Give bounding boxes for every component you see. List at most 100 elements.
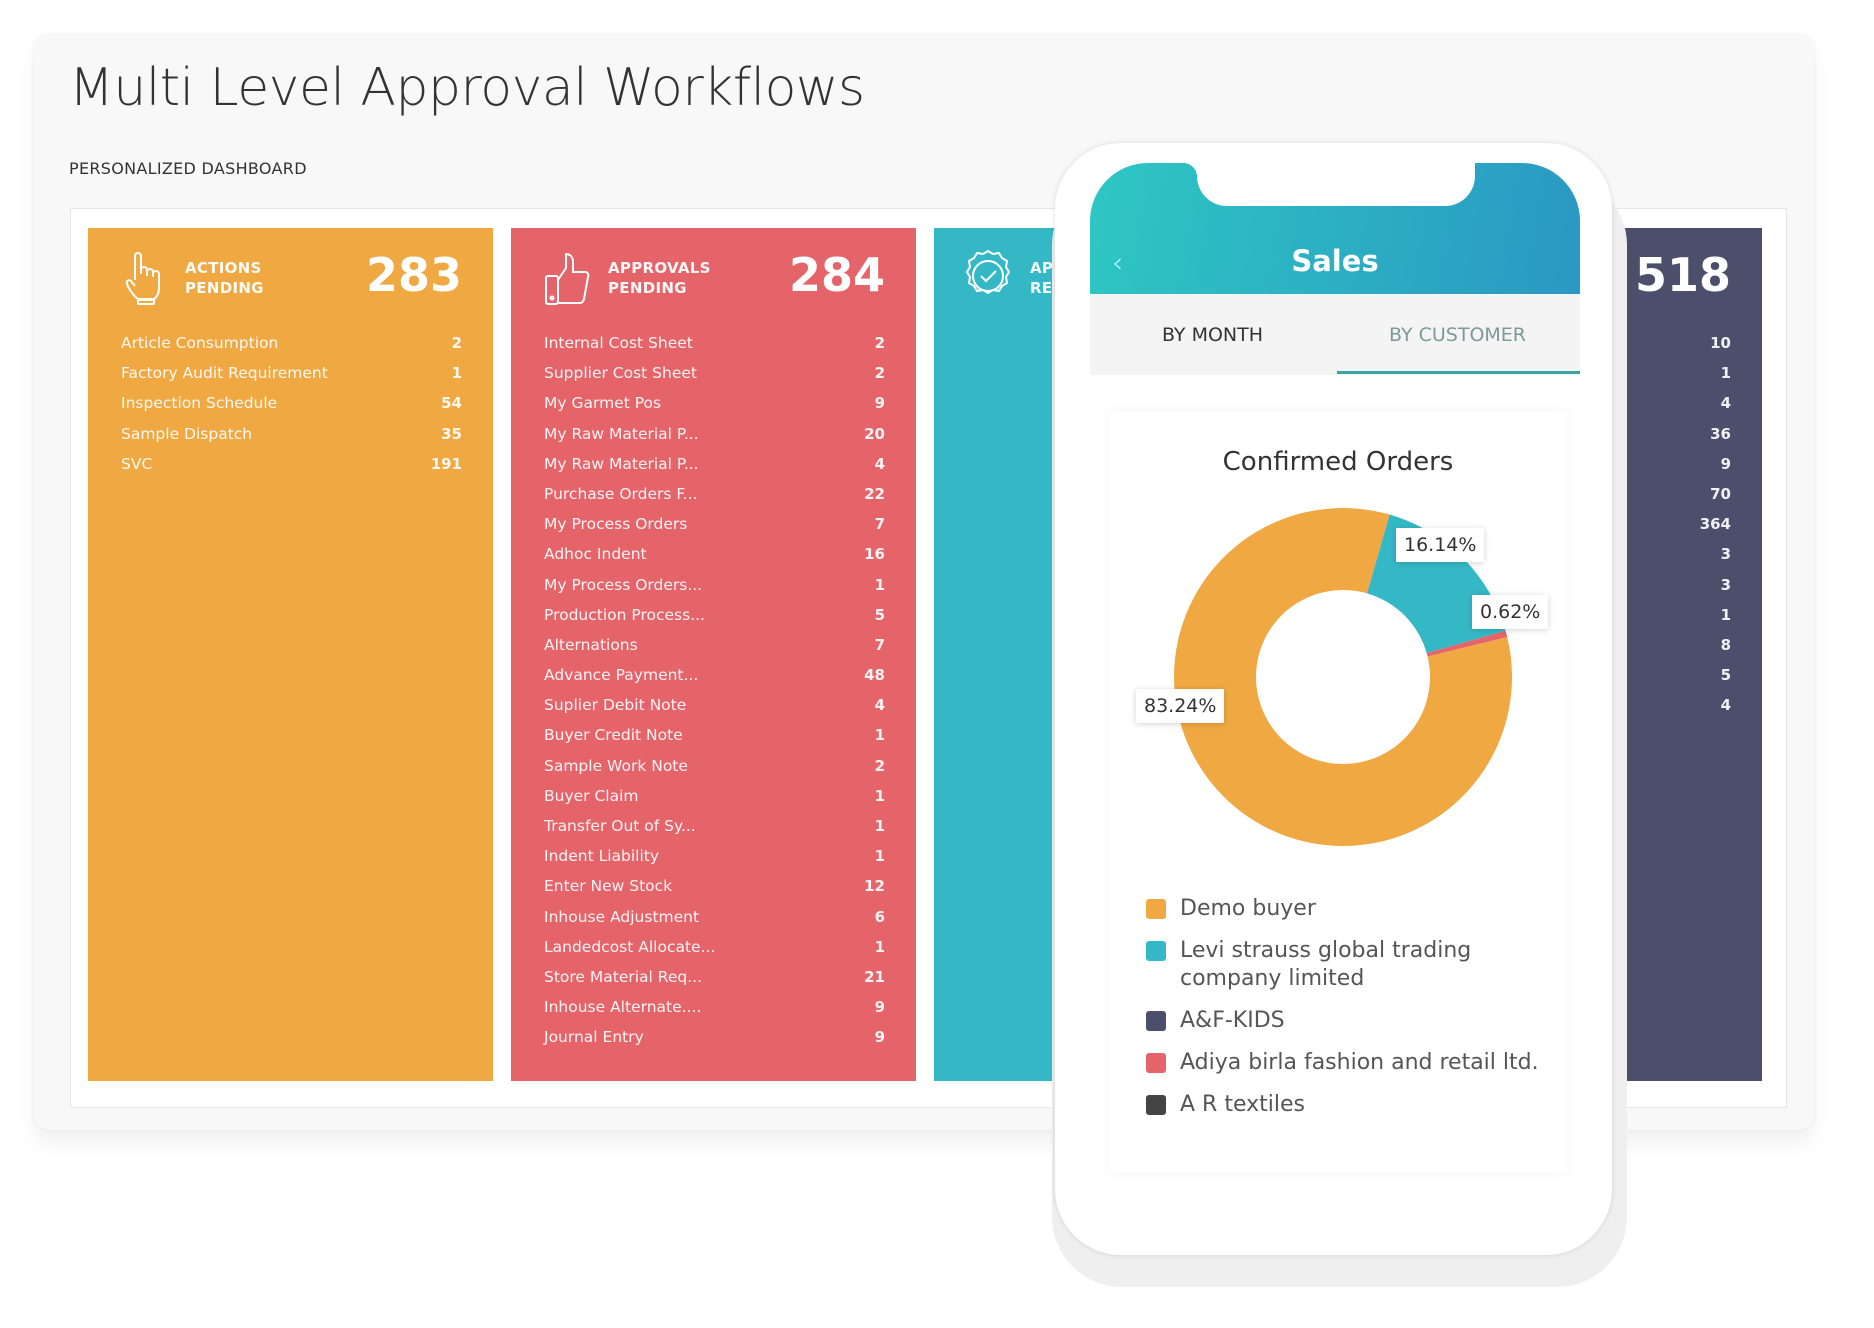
list-item[interactable]: Advance Payment... 48: [544, 666, 885, 696]
item-name: My Raw Material P...: [544, 454, 699, 473]
card-total: 283: [365, 248, 462, 302]
legend-label: A R textiles: [1180, 1092, 1305, 1117]
list-item[interactable]: Factory Audit Requirement 1: [121, 364, 462, 394]
item-name: My Garmet Pos: [544, 394, 662, 413]
item-count: 4: [874, 454, 885, 473]
item-count: 36: [1710, 424, 1731, 443]
list-item[interactable]: SVC 191: [121, 455, 462, 485]
item-count: 5: [874, 605, 885, 624]
item-count: 1: [874, 575, 885, 594]
item-count: 9: [874, 998, 885, 1017]
item-name: Landedcost Allocate...: [544, 937, 716, 956]
list-item[interactable]: Alternations 7: [544, 636, 885, 666]
list-item[interactable]: Indent Liability 1: [544, 847, 885, 877]
list-item[interactable]: Landedcost Allocate... 1: [544, 938, 885, 968]
list-item[interactable]: Store Material Req... 21: [544, 968, 885, 998]
item-name: Store Material Req...: [544, 967, 703, 986]
list-item[interactable]: Enter New Stock 12: [544, 877, 885, 907]
list-item[interactable]: Adhoc Indent 16: [544, 545, 885, 575]
item-count: 4: [874, 696, 885, 715]
item-count: 2: [874, 334, 885, 352]
item-name: Sample Dispatch: [121, 424, 253, 443]
list-item[interactable]: Internal Cost Sheet 2: [544, 334, 885, 364]
item-count: 20: [864, 424, 885, 443]
item-count: 1: [874, 726, 885, 745]
legend-item[interactable]: Demo buyer: [1146, 895, 1546, 923]
list-item[interactable]: Purchase Orders F... 22: [544, 485, 885, 515]
list-item[interactable]: My Garmet Pos 9: [544, 394, 885, 424]
list-item[interactable]: Transfer Out of Sy... 1: [544, 817, 885, 847]
item-count: 3: [1720, 575, 1731, 594]
list-item[interactable]: Sample Dispatch 35: [121, 425, 462, 455]
item-count: 2: [874, 756, 885, 775]
item-name: SVC: [121, 454, 153, 473]
tab-by-month[interactable]: BY MONTH: [1090, 324, 1335, 346]
item-name: Buyer Credit Note: [544, 726, 683, 745]
item-count: 4: [1720, 696, 1731, 715]
actions-pending-card[interactable]: ACTIONS PENDING 283 Article Consumption 2 F…: [88, 228, 493, 1081]
item-count: 16: [864, 545, 885, 564]
list-item[interactable]: My Raw Material P... 20: [544, 425, 885, 455]
list-item[interactable]: Inhouse Alternate.... 9: [544, 998, 885, 1028]
list-item[interactable]: Article Consumption 2: [121, 334, 462, 364]
card-total: 284: [788, 248, 885, 302]
item-count: 364: [1699, 515, 1731, 534]
list-item[interactable]: Sample Work Note 2: [544, 757, 885, 787]
legend-item[interactable]: Levi strauss global trading company limi…: [1146, 937, 1546, 993]
card-total: 518: [1634, 248, 1731, 302]
item-name: Internal Cost Sheet: [544, 334, 693, 352]
list-item[interactable]: My Process Orders... 1: [544, 576, 885, 606]
item-name: Article Consumption: [121, 334, 279, 352]
list-item[interactable]: Buyer Claim 1: [544, 787, 885, 817]
phone-tabs: BY MONTH BY CUSTOMER: [1090, 294, 1580, 375]
approvals-pending-card[interactable]: APPROVALS PENDING 284 Internal Cost Sheet…: [511, 228, 916, 1081]
page-title: Multi Level Approval Workflows: [69, 58, 865, 118]
item-count: 1: [1720, 605, 1731, 624]
list-item[interactable]: Inhouse Adjustment 6: [544, 908, 885, 938]
item-count: 9: [874, 1028, 885, 1047]
item-name: Adhoc Indent: [544, 545, 647, 564]
thumbs-up-icon: [545, 252, 590, 305]
list-item[interactable]: Journal Entry 9: [544, 1028, 885, 1058]
legend-swatch: [1146, 1095, 1166, 1115]
list-item[interactable]: My Raw Material P... 4: [544, 455, 885, 485]
list-item[interactable]: Buyer Credit Note 1: [544, 726, 885, 756]
chart-title: Confirmed Orders: [1222, 447, 1454, 477]
legend-label: A&F-KIDS: [1180, 1008, 1285, 1033]
legend-item[interactable]: A R textiles: [1146, 1091, 1546, 1119]
phone-notch: [1183, 150, 1475, 206]
item-name: Journal Entry: [544, 1028, 644, 1047]
item-name: Production Process...: [544, 605, 705, 624]
tab-by-customer[interactable]: BY CUSTOMER: [1335, 324, 1580, 346]
legend-item[interactable]: A&F-KIDS: [1146, 1007, 1546, 1035]
item-count: 6: [874, 907, 885, 926]
legend-label: Levi strauss global trading company limi…: [1180, 938, 1472, 991]
legend-swatch: [1146, 941, 1166, 961]
legend-item[interactable]: Adiya birla fashion and retail ltd.: [1146, 1049, 1546, 1077]
item-name: Indent Liability: [544, 847, 660, 866]
item-name: Enter New Stock: [544, 877, 673, 896]
item-name: Sample Work Note: [544, 756, 688, 775]
list-item[interactable]: Suplier Debit Note 4: [544, 696, 885, 726]
item-count: 10: [1710, 334, 1731, 352]
legend-label: Demo buyer: [1180, 896, 1316, 921]
item-count: 1: [451, 364, 462, 383]
badge-check-icon: [965, 249, 1011, 295]
list-item[interactable]: Production Process... 5: [544, 606, 885, 636]
legend-swatch: [1146, 1011, 1166, 1031]
item-count: 1: [874, 847, 885, 866]
list-item[interactable]: Inspection Schedule 54: [121, 394, 462, 424]
item-count: 191: [430, 454, 462, 473]
list-item[interactable]: Supplier Cost Sheet 2: [544, 364, 885, 394]
item-count: 70: [1710, 484, 1731, 503]
list-item[interactable]: My Process Orders 7: [544, 515, 885, 545]
item-name: Buyer Claim: [544, 786, 639, 805]
item-count: 5: [1720, 666, 1731, 685]
item-name: Purchase Orders F...: [544, 484, 698, 503]
item-count: 48: [864, 666, 885, 685]
data-label-demo-buyer: 83.24%: [1136, 689, 1225, 723]
item-count: 21: [864, 967, 885, 986]
item-count: 12: [864, 877, 885, 896]
item-count: 22: [864, 484, 885, 503]
item-count: 9: [1720, 454, 1731, 473]
